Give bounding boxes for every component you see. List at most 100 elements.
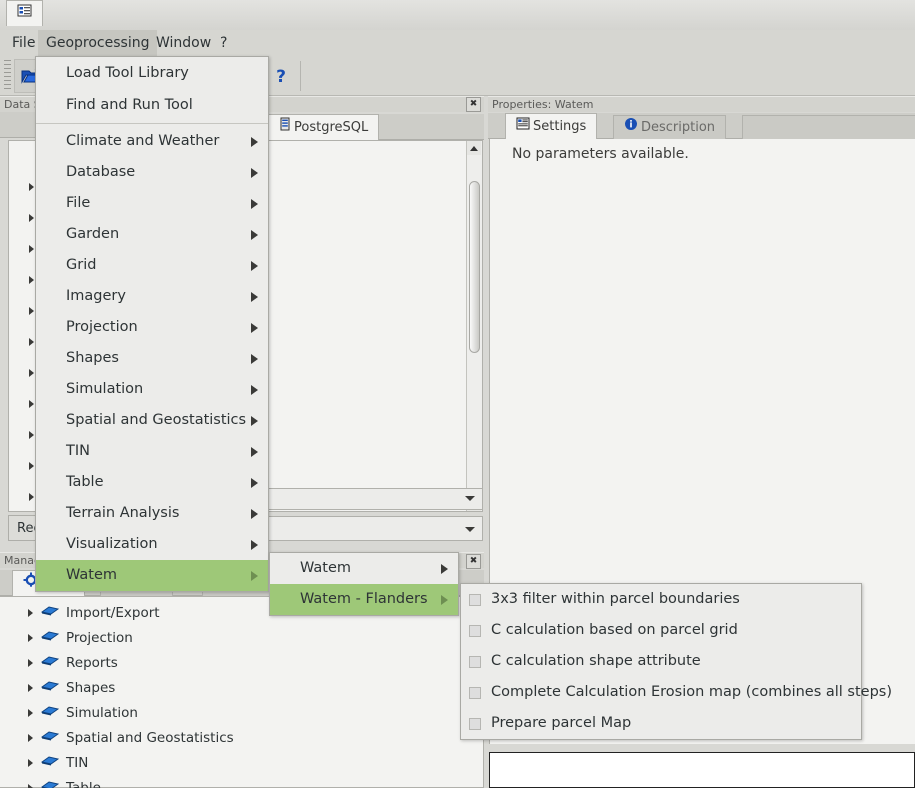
menu-item-grid[interactable]: Grid <box>36 250 268 281</box>
menu-item-label: Grid <box>66 257 97 273</box>
menu-item-load-tool-library[interactable]: Load Tool Library <box>36 57 268 89</box>
tools-tree-row[interactable]: Table <box>0 775 101 788</box>
tools-tree-row[interactable]: Reports <box>0 650 118 675</box>
submenu-item-label: C calculation based on parcel grid <box>491 622 738 638</box>
tab-data-sources[interactable] <box>6 0 43 26</box>
submenu-arrow-icon <box>251 477 258 488</box>
center-scrollbar[interactable] <box>466 141 482 511</box>
menu-help[interactable]: ? <box>212 30 235 56</box>
menu-item-imagery[interactable]: Imagery <box>36 281 268 312</box>
menu-item-file[interactable]: File <box>36 188 268 219</box>
blue-question-mark-icon: ? <box>276 67 286 86</box>
tab-description-label: Description <box>641 119 716 135</box>
submenu-arrow-icon <box>441 594 448 605</box>
menu-item-label: Simulation <box>66 381 144 397</box>
tools-tree-row[interactable]: Shapes <box>0 675 115 700</box>
database-combo-box-secondary[interactable] <box>268 488 483 510</box>
books-icon <box>40 729 60 746</box>
menu-item-table[interactable]: Table <box>36 467 268 498</box>
checkbox-icon[interactable] <box>469 593 481 606</box>
submenu-item-prepare-parcel-map[interactable]: Prepare parcel Map <box>461 708 861 739</box>
menu-item-garden[interactable]: Garden <box>36 219 268 250</box>
info-circle-icon <box>624 116 638 140</box>
chevron-right-icon <box>29 430 34 439</box>
chevron-right-icon <box>29 213 34 222</box>
menu-item-label: TIN <box>66 443 90 459</box>
chevron-right-icon <box>29 461 34 470</box>
tools-tree-row[interactable]: Projection <box>0 625 133 650</box>
settings-grid-icon <box>516 115 530 139</box>
submenu-arrow-icon <box>251 198 258 209</box>
submenu-arrow-icon <box>251 384 258 395</box>
postgresql-content-area <box>268 140 483 512</box>
database-combo-box[interactable] <box>268 516 483 541</box>
tab-settings[interactable]: Settings <box>505 113 598 139</box>
properties-panel-title: Properties: Watem <box>488 96 915 112</box>
submenu-item-watem-flanders[interactable]: Watem - Flanders <box>270 584 458 615</box>
submenu-item-c-calc-parcel-grid[interactable]: C calculation based on parcel grid <box>461 615 861 646</box>
help-button[interactable]: ? <box>264 59 298 93</box>
menu-item-database[interactable]: Database <box>36 157 268 188</box>
center-panel-close-button[interactable]: ✖ <box>466 97 481 112</box>
scroll-up-arrow[interactable] <box>467 141 481 155</box>
menu-item-terrain-analysis[interactable]: Terrain Analysis <box>36 498 268 529</box>
manager-panel-close-button[interactable]: ✖ <box>466 554 481 569</box>
menu-item-label: Find and Run Tool <box>66 97 193 113</box>
menu-item-climate-and-weather[interactable]: Climate and Weather <box>36 126 268 157</box>
submenu-arrow-icon <box>251 415 258 426</box>
submenu-arrow-icon <box>251 260 258 271</box>
submenu-item-c-calc-shape-attribute[interactable]: C calculation shape attribute <box>461 646 861 677</box>
menu-item-tin[interactable]: TIN <box>36 436 268 467</box>
menu-separator <box>36 123 268 124</box>
tab-description[interactable]: Description <box>613 115 727 140</box>
tools-tree[interactable]: Import/Export Projection Reports Shapes … <box>0 596 484 788</box>
title-bar <box>0 0 915 30</box>
books-icon <box>40 629 60 646</box>
tools-tree-row[interactable]: Import/Export <box>0 600 160 625</box>
submenu-item-label: Watem - Flanders <box>300 591 428 607</box>
chevron-right-icon <box>28 708 33 717</box>
submenu-item-watem[interactable]: Watem <box>270 553 458 584</box>
checkbox-icon[interactable] <box>469 717 481 730</box>
submenu-item-3x3-filter[interactable]: 3x3 filter within parcel boundaries <box>461 584 861 615</box>
checkbox-icon[interactable] <box>469 655 481 668</box>
tools-tree-row[interactable]: Spatial and Geostatistics <box>0 725 234 750</box>
menu-item-spatial-and-geostatistics[interactable]: Spatial and Geostatistics <box>36 405 268 436</box>
chevron-right-icon <box>28 683 33 692</box>
menu-window[interactable]: Window <box>148 30 219 56</box>
checkbox-icon[interactable] <box>469 686 481 699</box>
submenu-arrow-icon <box>251 353 258 364</box>
menu-geoprocessing[interactable]: Geoprocessing <box>38 30 158 56</box>
submenu-item-label: Complete Calculation Erosion map (combin… <box>491 684 893 700</box>
menu-item-label: Climate and Weather <box>66 133 220 149</box>
menu-item-visualization[interactable]: Visualization <box>36 529 268 560</box>
geoprocessing-dropdown-menu: Load Tool Library Find and Run Tool Clim… <box>35 56 269 592</box>
tools-tree-row[interactable]: TIN <box>0 750 88 775</box>
toolbar-grip[interactable] <box>4 60 11 92</box>
tab-postgresql[interactable]: PostgreSQL <box>268 114 380 140</box>
submenu-arrow-icon <box>251 322 258 333</box>
chevron-down-icon <box>465 496 475 501</box>
menu-item-label: Garden <box>66 226 120 242</box>
database-icon <box>279 116 291 140</box>
tools-tree-label: Projection <box>66 629 133 646</box>
menu-item-label: Projection <box>66 319 138 335</box>
menu-item-find-and-run-tool[interactable]: Find and Run Tool <box>36 89 268 121</box>
scrollbar-thumb[interactable] <box>469 181 480 353</box>
books-icon <box>40 704 60 721</box>
chevron-right-icon <box>29 399 34 408</box>
menu-item-shapes[interactable]: Shapes <box>36 343 268 374</box>
chevron-right-icon <box>28 608 33 617</box>
chevron-down-icon <box>465 526 475 532</box>
menu-item-simulation[interactable]: Simulation <box>36 374 268 405</box>
chevron-right-icon <box>28 658 33 667</box>
menu-item-watem[interactable]: Watem <box>36 560 268 591</box>
checkbox-icon[interactable] <box>469 624 481 637</box>
tools-tree-row[interactable]: Simulation <box>0 700 138 725</box>
submenu-item-complete-calculation[interactable]: Complete Calculation Erosion map (combin… <box>461 677 892 708</box>
menu-item-label: Shapes <box>66 350 119 366</box>
menu-item-projection[interactable]: Projection <box>36 312 268 343</box>
submenu-item-label: Watem <box>300 560 352 576</box>
properties-bottom-field[interactable] <box>489 752 915 788</box>
svg-text:?: ? <box>276 67 286 86</box>
